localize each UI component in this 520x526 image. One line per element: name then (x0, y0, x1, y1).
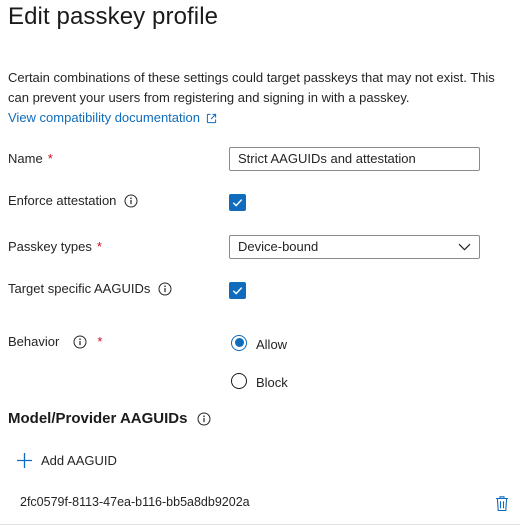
enforce-attestation-label: Enforce attestation (8, 191, 138, 211)
compatibility-link[interactable]: View compatibility documentation (8, 108, 217, 128)
external-link-icon (206, 113, 217, 123)
aaguid-section-title: Model/Provider AAGUIDs (8, 410, 211, 427)
trash-icon[interactable] (495, 495, 509, 512)
passkey-types-select[interactable]: Device-bound (229, 235, 480, 259)
required-marker: * (97, 334, 103, 349)
page-title: Edit passkey profile (8, 3, 219, 30)
plus-icon (17, 453, 32, 468)
info-icon[interactable] (124, 194, 138, 208)
radio-block-label: Block (256, 375, 288, 390)
warning-text: Certain combinations of these settings c… (8, 70, 495, 105)
radio-allow[interactable] (231, 334, 247, 351)
chevron-down-icon (458, 243, 471, 251)
add-aaguid-label: Add AAGUID (41, 453, 117, 468)
passkey-types-label: Passkey types * (8, 237, 102, 257)
radio-block[interactable] (231, 372, 247, 389)
target-aaguids-label: Target specific AAGUIDs (8, 279, 172, 299)
row-divider (0, 524, 520, 525)
info-icon[interactable] (73, 335, 87, 349)
behavior-option-block[interactable]: Block (231, 371, 288, 390)
name-input[interactable] (229, 147, 480, 171)
compatibility-link-label: View compatibility documentation (8, 110, 200, 125)
behavior-label: Behavior * (8, 332, 102, 352)
list-item: 2fc0579f-8113-47ea-b116-bb5a8db9202a (0, 487, 520, 517)
info-icon[interactable] (158, 282, 172, 296)
target-aaguids-checkbox[interactable] (229, 282, 246, 299)
name-label: Name * (8, 149, 53, 169)
checkmark-icon (232, 199, 243, 207)
add-aaguid-button[interactable]: Add AAGUID (16, 452, 117, 469)
enforce-attestation-checkbox[interactable] (229, 194, 246, 211)
behavior-option-allow[interactable]: Allow (231, 333, 287, 352)
required-marker: * (96, 239, 102, 254)
info-icon[interactable] (197, 412, 211, 426)
required-marker: * (47, 151, 53, 166)
radio-allow-label: Allow (256, 337, 288, 352)
aaguid-value: 2fc0579f-8113-47ea-b116-bb5a8db9202a (20, 495, 250, 509)
passkey-types-value: Device-bound (238, 239, 319, 254)
checkmark-icon (232, 287, 243, 295)
